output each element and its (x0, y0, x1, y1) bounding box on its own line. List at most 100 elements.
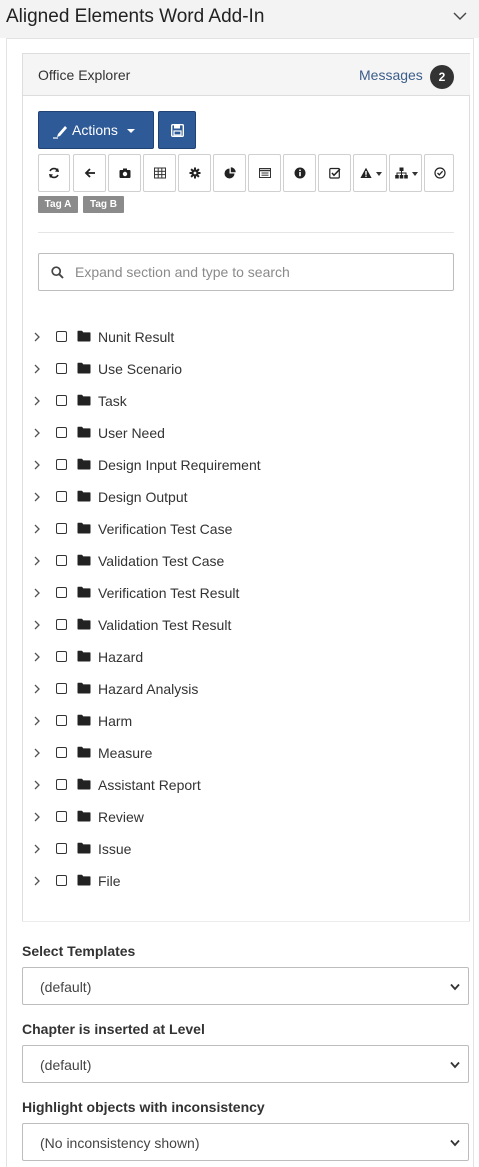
list-button[interactable] (248, 154, 281, 192)
hierarchy-dropdown-button[interactable] (389, 154, 422, 192)
chevron-right-icon[interactable] (33, 332, 41, 342)
chevron-right-icon[interactable] (33, 524, 41, 534)
tree-item[interactable]: File (23, 865, 463, 897)
tree-item-label[interactable]: Hazard Analysis (98, 681, 198, 697)
tree-item[interactable]: Review (23, 801, 463, 833)
save-button[interactable] (158, 111, 196, 149)
table-button[interactable] (143, 154, 176, 192)
tree-item-checkbox[interactable] (56, 331, 67, 342)
tree-item[interactable]: Validation Test Case (23, 545, 463, 577)
highlight-inconsistency-dropdown[interactable]: (No inconsistency shown) (22, 1123, 469, 1161)
tree-item[interactable]: Design Output (23, 481, 463, 513)
tree-item-label[interactable]: Validation Test Case (98, 553, 224, 569)
actions-dropdown-button[interactable]: Actions (38, 111, 154, 149)
chevron-right-icon[interactable] (33, 684, 41, 694)
tree-item-label[interactable]: Measure (98, 745, 152, 761)
chevron-right-icon[interactable] (33, 620, 41, 630)
tree-item-checkbox[interactable] (56, 363, 67, 374)
tree-item-label[interactable]: File (98, 873, 121, 889)
refresh-button[interactable] (38, 154, 70, 192)
back-button[interactable] (73, 154, 106, 192)
chevron-right-icon[interactable] (33, 652, 41, 662)
tree-item-label[interactable]: Assistant Report (98, 777, 201, 793)
chevron-right-icon[interactable] (33, 844, 41, 854)
tree-item-label[interactable]: User Need (98, 425, 165, 441)
tree-item[interactable]: Hazard (23, 641, 463, 673)
tree-item[interactable]: Use Scenario (23, 353, 463, 385)
validate-button[interactable] (424, 154, 454, 192)
folder-icon (77, 394, 91, 406)
chevron-right-icon[interactable] (33, 428, 41, 438)
tree-item-checkbox[interactable] (56, 395, 67, 406)
tree-item-checkbox[interactable] (56, 715, 67, 726)
check-button[interactable] (318, 154, 351, 192)
tree-item-label[interactable]: Design Output (98, 489, 188, 505)
tree-item-checkbox[interactable] (56, 491, 67, 502)
tree-item-label[interactable]: Task (98, 393, 127, 409)
tree-item[interactable]: Harm (23, 705, 463, 737)
tree-item-checkbox[interactable] (56, 747, 67, 758)
messages-count-badge[interactable]: 2 (430, 65, 454, 89)
chevron-right-icon[interactable] (33, 716, 41, 726)
tree-item[interactable]: Task (23, 385, 463, 417)
tree-item-checkbox[interactable] (56, 523, 67, 534)
tree-item[interactable]: User Need (23, 417, 463, 449)
tree-item[interactable]: Issue (23, 833, 463, 865)
tree-item-label[interactable]: Nunit Result (98, 329, 174, 345)
tree-item[interactable]: Design Input Requirement (23, 449, 463, 481)
chevron-right-icon[interactable] (33, 556, 41, 566)
chevron-right-icon[interactable] (33, 364, 41, 374)
tree-item-checkbox[interactable] (56, 651, 67, 662)
divider (38, 232, 454, 233)
tree-item-checkbox[interactable] (56, 427, 67, 438)
snapshot-button[interactable] (108, 154, 141, 192)
tree-item-label[interactable]: Validation Test Result (98, 617, 231, 633)
chevron-right-icon[interactable] (33, 588, 41, 598)
tree-item-label[interactable]: Verification Test Result (98, 585, 239, 601)
tag-badge[interactable]: Tag B (83, 196, 124, 213)
tree-item-checkbox[interactable] (56, 811, 67, 822)
info-button[interactable] (283, 154, 316, 192)
chevron-right-icon[interactable] (33, 460, 41, 470)
tree-item-label[interactable]: Verification Test Case (98, 521, 232, 537)
select-templates-dropdown[interactable]: (default) (22, 967, 469, 1005)
list-box-icon (259, 168, 271, 178)
tree-item-label[interactable]: Hazard (98, 649, 143, 665)
tree-item[interactable]: Assistant Report (23, 769, 463, 801)
tree-item-label[interactable]: Harm (98, 713, 132, 729)
folder-icon (77, 522, 91, 534)
tree-item-label[interactable]: Use Scenario (98, 361, 182, 377)
tree-item[interactable]: Hazard Analysis (23, 673, 463, 705)
tree-item-checkbox[interactable] (56, 459, 67, 470)
chevron-right-icon[interactable] (33, 396, 41, 406)
tree-item[interactable]: Nunit Result (23, 321, 463, 353)
chevron-right-icon[interactable] (33, 492, 41, 502)
tree-item[interactable]: Verification Test Case (23, 513, 463, 545)
chevron-down-icon[interactable] (453, 9, 467, 23)
chapter-level-dropdown[interactable]: (default) (22, 1045, 469, 1083)
tree-item-checkbox[interactable] (56, 555, 67, 566)
chevron-right-icon[interactable] (33, 876, 41, 886)
tree-item-checkbox[interactable] (56, 587, 67, 598)
tree-item[interactable]: Verification Test Result (23, 577, 463, 609)
tree-item[interactable]: Validation Test Result (23, 609, 463, 641)
warning-dropdown-button[interactable] (353, 154, 387, 192)
tree-item-checkbox[interactable] (56, 619, 67, 630)
chart-button[interactable] (213, 154, 246, 192)
search-input[interactable] (75, 262, 445, 282)
chevron-right-icon[interactable] (33, 812, 41, 822)
search-box[interactable] (38, 253, 454, 291)
tree-item[interactable]: Measure (23, 737, 463, 769)
chevron-right-icon[interactable] (33, 748, 41, 758)
tree-item-checkbox[interactable] (56, 779, 67, 790)
messages-link[interactable]: Messages (359, 67, 423, 83)
tree-item-checkbox[interactable] (56, 875, 67, 886)
tree-item-label[interactable]: Design Input Requirement (98, 457, 261, 473)
chevron-right-icon[interactable] (33, 780, 41, 790)
tree-item-checkbox[interactable] (56, 683, 67, 694)
settings-button[interactable] (178, 154, 211, 192)
tag-badge[interactable]: Tag A (38, 196, 78, 213)
tree-item-label[interactable]: Issue (98, 841, 131, 857)
tree-item-checkbox[interactable] (56, 843, 67, 854)
tree-item-label[interactable]: Review (98, 809, 144, 825)
